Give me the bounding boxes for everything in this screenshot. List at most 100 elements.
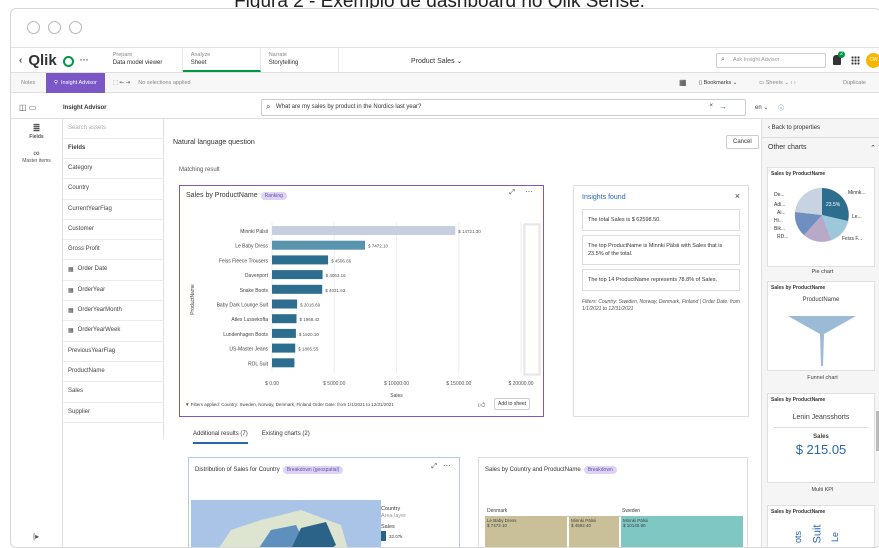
window-dot-icon[interactable] xyxy=(27,21,40,34)
sheets-button[interactable]: ▭ Sheets ⌄ ‹ › xyxy=(759,80,796,86)
field-item[interactable]: CurrentYearFlag xyxy=(63,200,163,220)
chevron-left-icon: ‹ xyxy=(768,125,770,131)
nl-question-label: Natural language question xyxy=(173,139,255,146)
matching-result-label: Matching result xyxy=(179,167,220,173)
clear-icon[interactable]: × xyxy=(709,103,713,109)
bar[interactable] xyxy=(272,240,366,250)
qlik-logo[interactable]: ‹ Qlik ··· xyxy=(11,52,89,69)
insights-filters: Filters: Country: Sweden, Norway, Denmar… xyxy=(582,299,740,312)
bar[interactable] xyxy=(272,314,297,324)
language-select[interactable]: en ⌄ xyxy=(755,104,768,111)
filters-bar: ▼ Filters applied: Country: Sweden, Norw… xyxy=(185,402,394,407)
cancel-button[interactable]: Cancel xyxy=(726,135,759,149)
field-item[interactable]: ▦ OrderYear xyxy=(63,281,163,302)
ask-insight-search[interactable]: ⌕ Ask Insight Advisor xyxy=(716,53,826,68)
field-item[interactable]: Country xyxy=(63,179,163,200)
tab-analyze[interactable]: Analyze Sheet xyxy=(182,48,261,72)
svg-text:Ai...: Ai... xyxy=(777,210,786,216)
more-icon[interactable]: ··· xyxy=(443,461,451,470)
tab-narrate[interactable]: Narrate Storytelling xyxy=(261,48,339,72)
selection-tool-icon[interactable]: ⬚ ⇤ ⇥ xyxy=(113,80,130,86)
treemap-card[interactable]: Sales by Country and ProductName Breakdow… xyxy=(478,457,748,547)
app-title-dropdown[interactable]: Product Sales ⌄ xyxy=(411,57,462,65)
grid-icon[interactable]: ▦ xyxy=(679,78,687,87)
nav-master-items[interactable]: ∞ Master items xyxy=(11,148,62,164)
multi-kpi-card[interactable]: Sales by ProductName Lenin Jeansshorts S… xyxy=(767,393,875,483)
pie-chart-card[interactable]: Sales by ProductName 23.5% Minnk... De..… xyxy=(767,167,875,267)
back-to-properties-button[interactable]: ‹ Back to properties xyxy=(762,119,879,131)
notes-button[interactable]: Notes xyxy=(21,80,35,86)
more-icon[interactable]: ··· xyxy=(525,187,533,196)
like-icon[interactable]: 👍︎ xyxy=(478,400,485,409)
other-charts-heading[interactable]: Other charts ⌃ xyxy=(762,137,879,152)
x-tick-label: $ 0.00 xyxy=(265,381,279,387)
field-item[interactable]: ProductName xyxy=(63,362,163,383)
tab-additional-results[interactable]: Additional results (7) xyxy=(193,431,248,444)
bar[interactable] xyxy=(272,270,323,280)
category-label: Minnki Pälsii xyxy=(240,229,268,235)
map-icon xyxy=(191,500,381,547)
collapse-icon[interactable]: |▸ xyxy=(33,532,39,541)
field-item[interactable]: PreviousYearFlag xyxy=(63,342,163,362)
submit-arrow-icon[interactable]: → xyxy=(719,102,727,111)
treemap-cell[interactable]: Minnki Pälsii $ 4592.40 xyxy=(569,516,619,547)
window-dot-icon[interactable] xyxy=(69,21,82,34)
treemap-cell[interactable]: Minnki Pälsii $ 10140.90 xyxy=(621,516,743,547)
field-item[interactable]: ▦ OrderYearWeek xyxy=(63,321,163,342)
results-tabs: Additional results (7) Existing charts (… xyxy=(193,431,310,444)
bar[interactable] xyxy=(272,255,329,265)
nav-fields[interactable]: ≣ Fields xyxy=(11,123,62,140)
insights-panel: Insights found × The total Sales is $ 62… xyxy=(573,185,749,417)
bar[interactable] xyxy=(272,299,298,309)
insight-advisor-label: Insight Advisor xyxy=(63,104,107,111)
bar[interactable] xyxy=(272,358,295,368)
add-to-sheet-button[interactable]: Add to sheet xyxy=(494,398,531,410)
bar[interactable] xyxy=(272,284,323,294)
svg-text:De...: De... xyxy=(774,192,785,198)
info-icon[interactable]: ⓘ xyxy=(778,103,784,112)
close-icon[interactable]: × xyxy=(735,191,740,201)
expand-icon[interactable]: ⤢ xyxy=(431,463,437,471)
scrollbar-thumb[interactable] xyxy=(526,226,538,373)
field-item[interactable]: Supplier xyxy=(63,403,163,423)
nl-query-input[interactable]: ⌕ What are my sales by product in the Nor… xyxy=(261,99,746,116)
bar[interactable] xyxy=(272,343,296,353)
funnel-chart-card[interactable]: Sales by ProductName ProductName xyxy=(767,281,875,371)
more-icon[interactable]: ··· xyxy=(80,55,89,65)
search-assets-input[interactable]: Search assets xyxy=(63,119,163,139)
tab-existing-charts[interactable]: Existing charts (2) xyxy=(262,431,310,444)
expand-icon[interactable]: ⤢ xyxy=(509,189,515,197)
field-item[interactable]: Customer xyxy=(63,220,163,241)
data-label: $ 1865.55 xyxy=(298,347,319,352)
data-label: $ 14721.30 xyxy=(458,229,481,234)
apps-grid-icon[interactable] xyxy=(851,56,860,65)
map-card[interactable]: Distribution of Sales for Country Breakdo… xyxy=(188,457,460,547)
window-dot-icon[interactable] xyxy=(48,21,61,34)
search-icon: ⌕ xyxy=(721,56,725,63)
data-label: $ 7472.10 xyxy=(368,244,389,249)
field-item[interactable]: ▦ OrderYearMonth xyxy=(63,301,163,322)
category-label: US-Master Jeans xyxy=(229,347,268,353)
bar[interactable] xyxy=(272,226,456,235)
field-item[interactable]: ▦ Order Date xyxy=(63,260,163,281)
main-chart-card[interactable]: Sales by ProductName Ranking ⤢ ··· $ 0.00… xyxy=(179,185,544,417)
duplicate-button[interactable]: Duplicate xyxy=(843,80,866,86)
tab-prepare[interactable]: Prepare Data model viewer xyxy=(105,48,183,72)
insight-advisor-button[interactable]: ⚲ Insight Advisor xyxy=(46,72,105,93)
svg-text:Feiss F...: Feiss F... xyxy=(842,236,862,242)
field-list: Category Country CurrentYearFlag Customer Gr… xyxy=(63,159,163,423)
avatar[interactable]: CW xyxy=(866,53,879,68)
data-label: $ 4031.63 xyxy=(325,288,346,293)
bookmarks-button[interactable]: ▯ Bookmarks ⌄ xyxy=(699,80,737,86)
notification-badge: 2 xyxy=(838,51,845,58)
chevron-left-icon[interactable]: ‹ xyxy=(19,55,22,66)
calendar-icon: ▦ xyxy=(68,267,74,274)
treemap-cell[interactable]: Le Baby Dress $ 7472.10 xyxy=(485,516,567,547)
bar[interactable] xyxy=(272,328,296,338)
field-item[interactable]: Sales xyxy=(63,382,163,403)
field-item[interactable]: Gross Profit xyxy=(63,240,163,261)
field-item[interactable]: Category xyxy=(63,159,163,180)
panel-toggle-icon[interactable]: ◫ ▭ xyxy=(19,103,36,112)
chart-card[interactable]: Sales by ProductName ots Suit Le xyxy=(767,505,875,547)
database-icon: ≣ xyxy=(32,123,41,133)
